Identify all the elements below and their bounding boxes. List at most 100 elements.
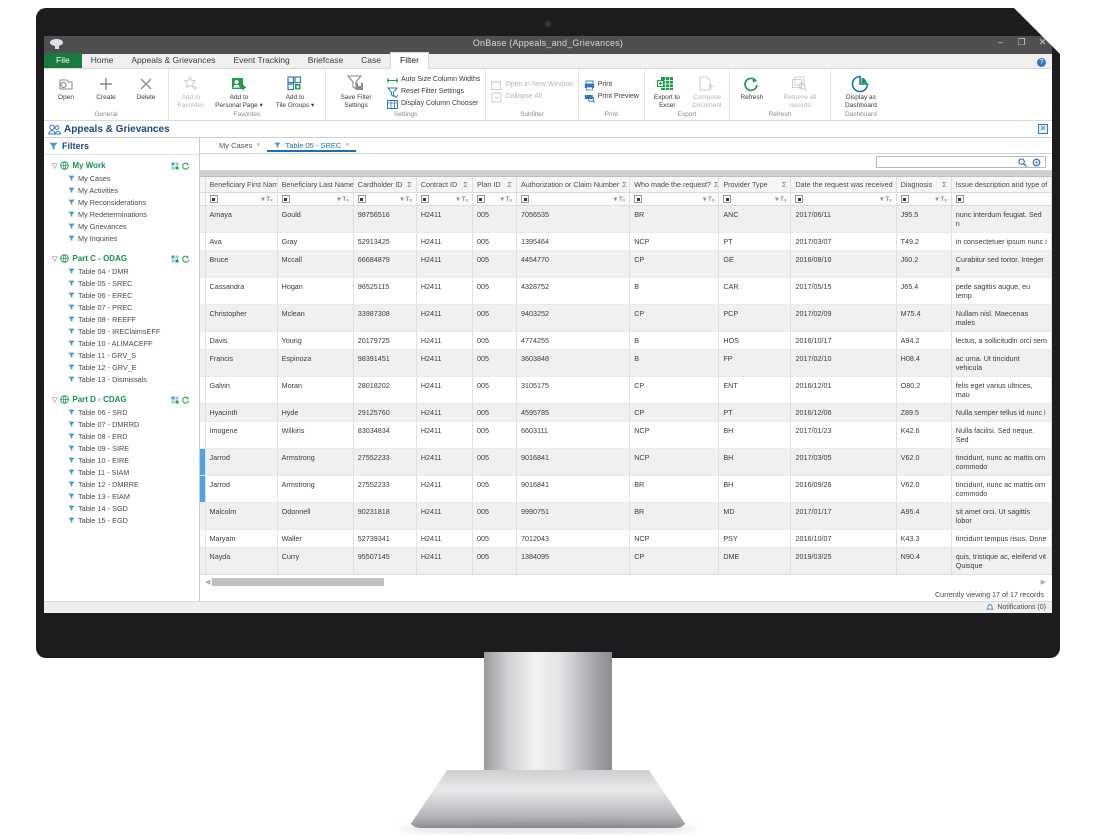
table-row[interactable]: Hyacinth Hyde 29125760 H2411 005 4595785… <box>200 403 1052 422</box>
table-row[interactable]: Galvin Moran 28018202 H2411 005 3105175 … <box>200 376 1052 404</box>
tab-table-05-srec[interactable]: Table 05 - SREC × <box>267 140 357 152</box>
collapse-chevron-icon[interactable]: ▽ <box>52 162 57 170</box>
sigma-icon[interactable]: Σ <box>407 180 412 189</box>
export-to-excel-button[interactable]: Export to Excel <box>647 72 687 110</box>
sidebar-item-my-inquiries[interactable]: My Inquiries <box>44 232 199 244</box>
maximize-button[interactable]: ❐ <box>1016 38 1027 47</box>
filter-controls[interactable]: ▾ Tₓ <box>703 195 714 203</box>
sigma-icon[interactable]: Σ <box>622 180 627 189</box>
filter-cell-beneficiary-first-name[interactable]: ▾ Tₓ <box>205 192 278 206</box>
table-row[interactable]: Cassandra Hogan 96525115 H2411 005 43287… <box>200 277 1052 305</box>
horizontal-scrollbar[interactable]: ◀ ▶ <box>200 574 1052 588</box>
gear-icon[interactable] <box>1032 158 1041 167</box>
filter-box-icon[interactable] <box>420 195 429 203</box>
column-header-contract-id[interactable]: Contract ID Σ <box>416 177 473 193</box>
collapse-chevron-icon[interactable]: ▽ <box>52 255 57 263</box>
column-header-issue-description[interactable]: Issue description and type of <box>951 177 1052 193</box>
table-row[interactable]: Jarrod Armstrong 27552233 H2411 005 9016… <box>200 448 1052 476</box>
add-tile-icon[interactable] <box>171 255 179 263</box>
create-button[interactable]: Create <box>86 72 126 103</box>
filter-cell-cardholder-id[interactable]: ▾ Tₓ <box>353 192 417 206</box>
ribbon-help-button[interactable]: ? <box>1037 58 1046 67</box>
sidebar-item-table-11-grv-s[interactable]: Table 11 - GRV_S <box>44 349 199 361</box>
column-header-who-made-the-request[interactable]: Who made the request? Σ <box>629 177 720 193</box>
sidebar-item-table-07-dmrrd[interactable]: Table 07 - DMRRD <box>44 418 199 430</box>
sidebar-item-my-redeterminations[interactable]: My Redeterminations <box>44 208 199 220</box>
sidebar-item-table-06-erec[interactable]: Table 06 - EREC <box>44 289 199 301</box>
tab-table-05-srec-close-icon[interactable]: × <box>345 142 349 149</box>
table-row[interactable]: Amaya Gould 98756516 H2411 005 7056535 B… <box>200 205 1052 233</box>
table-row[interactable]: Nayda Curry 95507145 H2411 005 1384095 C… <box>200 547 1052 574</box>
sidebar-item-table-12-grv-e[interactable]: Table 12 - GRV_E <box>44 361 199 373</box>
column-header-diagnosis[interactable]: Diagnosis Σ <box>896 177 952 193</box>
sidebar-item-my-grievances[interactable]: My Grievances <box>44 220 199 232</box>
sigma-icon[interactable]: Σ <box>782 180 787 189</box>
filter-cell-contract-id[interactable]: ▾ Tₓ <box>416 192 473 206</box>
table-row[interactable]: Francis Espinoza 98391451 H2411 005 3603… <box>200 349 1052 377</box>
search-icon[interactable] <box>1018 157 1027 167</box>
filter-controls[interactable]: ▾ Tₓ <box>400 195 411 203</box>
sidebar-item-table-05-srec[interactable]: Table 05 - SREC <box>44 277 199 289</box>
ribbon-tab-event-tracking[interactable]: Event Tracking <box>225 53 299 68</box>
table-row[interactable]: Jarrod Armstrong 27552233 H2411 005 9016… <box>200 475 1052 503</box>
filter-box-icon[interactable] <box>357 195 366 203</box>
sigma-icon[interactable]: Σ <box>942 180 947 189</box>
sidebar-item-table-12-dmrre[interactable]: Table 12 - DMRRE <box>44 478 199 490</box>
collapse-all-button[interactable]: Collapse All <box>491 91 572 103</box>
sidebar-item-table-14-sgd[interactable]: Table 14 - SGD <box>44 502 199 514</box>
table-row[interactable]: Davis Young 20179725 H2411 005 4774255 B… <box>200 331 1052 350</box>
tree-group-part-d-cdag[interactable]: ▽ Part D - CDAG <box>44 393 199 406</box>
filter-controls[interactable]: ▾ Tₓ <box>880 195 891 203</box>
open-in-new-window-button[interactable]: Open in New Window <box>491 79 573 91</box>
display-column-chooser-button[interactable]: Display Column Chooser <box>387 98 480 110</box>
sidebar-item-table-10-eire[interactable]: Table 10 - EIRE <box>44 454 199 466</box>
sigma-icon[interactable]: Σ <box>714 180 718 189</box>
filter-cell-who-made-the-request[interactable]: ▾ Tₓ <box>629 192 720 206</box>
column-header-beneficiary-last-name[interactable]: Beneficiary Last NameΣ <box>277 177 354 193</box>
display-as-dashboard-button[interactable]: Display as Dashboard <box>833 72 889 110</box>
ribbon-tab-home[interactable]: Home <box>82 53 123 68</box>
sidebar-item-table-06-srd[interactable]: Table 06 - SRD <box>44 406 199 418</box>
filter-box-icon[interactable] <box>955 195 964 203</box>
sidebar-item-table-07-prec[interactable]: Table 07 - PREC <box>44 301 199 313</box>
filter-box-icon[interactable] <box>209 195 218 203</box>
tab-my-cases-close-icon[interactable]: × <box>256 142 260 149</box>
refresh-group-icon[interactable] <box>182 255 190 263</box>
panel-close-button[interactable]: ✕ <box>1038 124 1048 134</box>
table-row[interactable]: Maryam Waller 52739341 H2411 005 7012043… <box>200 529 1052 548</box>
sidebar-item-table-15-egd[interactable]: Table 15 - EGD <box>44 514 199 526</box>
table-row[interactable]: Christopher Mclean 33987308 H2411 005 94… <box>200 304 1052 332</box>
sidebar-item-my-reconsiderations[interactable]: My Reconsiderations <box>44 196 199 208</box>
column-header-authorization-or-claim-number[interactable]: Authorization or Claim Number Σ <box>516 177 631 193</box>
sidebar-item-my-activities[interactable]: My Activities <box>44 184 199 196</box>
filter-controls[interactable]: ▾ Tₓ <box>261 195 272 203</box>
reset-filter-settings-button[interactable]: Reset Filter Settings <box>387 86 480 98</box>
filter-cell-beneficiary-last-name[interactable]: ▾ Tₓ <box>277 192 354 206</box>
filter-box-icon[interactable] <box>900 195 909 203</box>
filter-box-icon[interactable] <box>521 195 530 203</box>
filter-cell-provider-type[interactable]: ▾ Tₓ <box>718 192 792 206</box>
scroll-left-arrow-icon[interactable]: ◀ <box>203 578 212 586</box>
sidebar-item-table-04-dmr[interactable]: Table 04 - DMR <box>44 265 199 277</box>
add-tile-icon[interactable] <box>171 396 179 404</box>
collapse-chevron-icon[interactable]: ▽ <box>52 396 57 404</box>
filter-controls[interactable]: ▾ Tₓ <box>614 195 625 203</box>
column-header-date-the-request-was-received[interactable]: Date the request was receivedΣ <box>790 177 897 193</box>
ribbon-tab-appeals-grievances[interactable]: Appeals & Grievances <box>122 53 224 68</box>
refresh-group-icon[interactable] <box>182 396 190 404</box>
table-row[interactable]: Malcolm Odonnell 90231818 H2411 005 9990… <box>200 502 1052 530</box>
filter-box-icon[interactable] <box>795 195 804 203</box>
refresh-group-icon[interactable] <box>182 162 190 170</box>
sidebar-item-table-08-erd[interactable]: Table 08 - ERD <box>44 430 199 442</box>
add-to-personal-page-button[interactable]: Add to Personal Page ▾ <box>211 72 267 110</box>
filter-controls[interactable]: ▾ Tₓ <box>775 195 786 203</box>
compose-document-button[interactable]: Compose Document <box>687 72 727 110</box>
filter-cell-issue-description[interactable] <box>951 192 1052 206</box>
scrollbar-track[interactable] <box>212 577 525 586</box>
search-input[interactable] <box>876 156 1046 168</box>
sidebar-item-table-11-siam[interactable]: Table 11 - SIAM <box>44 466 199 478</box>
refresh-button[interactable]: Refresh <box>732 72 772 103</box>
filter-cell-plan-id[interactable]: ▾ Tₓ <box>472 192 518 206</box>
add-tile-icon[interactable] <box>171 162 179 170</box>
save-filter-settings-button[interactable]: Save Filter Settings <box>328 72 384 110</box>
